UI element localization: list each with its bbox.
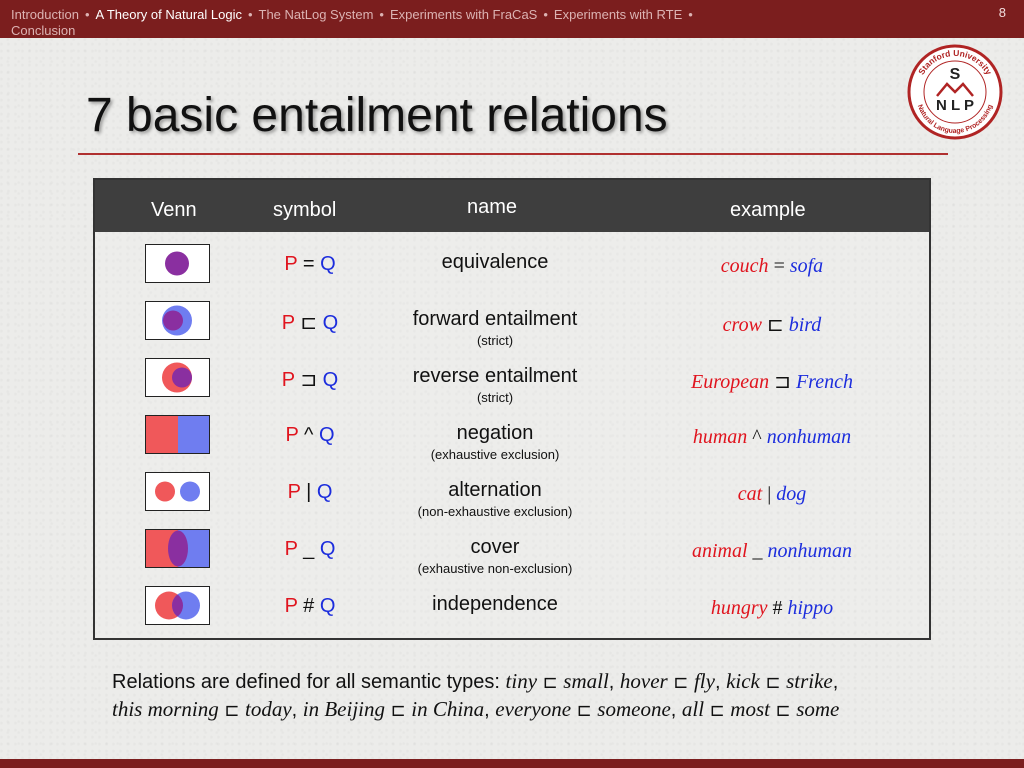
relation-example: cat | dog — [737, 483, 807, 505]
relation-symbol: P # Q — [284, 595, 336, 617]
relation-example: human ^ nonhuman — [692, 426, 852, 448]
footer-bar — [0, 759, 1024, 768]
page-number: 8 — [998, 5, 1006, 20]
relation-example: couch = sofa — [720, 255, 824, 277]
relation-example: European ⊐ French — [691, 371, 853, 393]
cover-venn-icon — [145, 529, 210, 568]
relation-name: forward entailment (strict) — [412, 308, 578, 348]
relation-symbol: P _ Q — [284, 538, 336, 560]
table-row: P | Q alternation (non-exhaustive exclusi… — [95, 461, 929, 519]
nav-item-rte[interactable]: Experiments with RTE — [554, 7, 682, 22]
header-example: example — [730, 199, 806, 221]
table-row: P _ Q cover (exhaustive non-exclusion) an… — [95, 518, 929, 576]
relation-example: crow ⊏ bird — [722, 314, 822, 336]
logo-letter-s: S — [950, 66, 961, 83]
equivalence-venn-icon — [145, 244, 210, 283]
table-header: Venn symbol name example — [95, 180, 929, 232]
header-name: name — [467, 196, 518, 218]
reverse-entailment-venn-icon — [145, 358, 210, 397]
nav-separator: • — [84, 7, 90, 22]
table-row: P # Q independence hungry # hippo — [95, 575, 929, 631]
nav-item-theory[interactable]: A Theory of Natural Logic — [96, 7, 242, 22]
relation-example: hungry # hippo — [710, 597, 834, 619]
relation-name: equivalence — [441, 251, 549, 273]
negation-venn-icon — [145, 415, 210, 454]
footnote-text: Relations are defined for all semantic t… — [112, 669, 840, 721]
nav-item-conclusion[interactable]: Conclusion — [11, 23, 75, 38]
table-row: P = Q equivalence couch = sofa — [95, 233, 929, 289]
relation-symbol: P ⊐ Q — [281, 369, 339, 391]
nav-separator: • — [688, 7, 693, 22]
table-row: P ⊏ Q forward entailment (strict) crow ⊏ … — [95, 290, 929, 348]
title-divider — [78, 153, 948, 155]
nav-separator: • — [247, 7, 253, 22]
header-symbol: symbol — [273, 199, 337, 221]
relation-name: alternation (non-exhaustive exclusion) — [417, 479, 573, 519]
relation-name: reverse entailment (strict) — [412, 365, 578, 405]
relation-symbol: P ⊏ Q — [281, 312, 339, 334]
stanford-nlp-logo: Stanford University Natural Language Pro… — [907, 44, 1003, 140]
relation-example: animal _ nonhuman — [691, 540, 852, 562]
nav-breadcrumb: Introduction • A Theory of Natural Logic • T… — [11, 7, 971, 39]
relation-symbol: P | Q — [287, 481, 333, 503]
forward-entailment-venn-icon — [145, 301, 210, 340]
slide-title: 7 basic entailment relations — [86, 89, 668, 142]
relation-name: cover (exhaustive non-exclusion) — [417, 536, 573, 576]
nav-separator: • — [379, 7, 384, 22]
logo-letters-nlp: N L P — [936, 97, 974, 114]
independence-venn-icon — [145, 586, 210, 625]
relation-name: independence — [432, 593, 558, 615]
relation-symbol: P ^ Q — [285, 424, 335, 446]
relation-name: negation (exhaustive exclusion) — [430, 422, 560, 462]
relations-table: Venn symbol name example P = Q equivalen… — [93, 178, 931, 640]
relation-symbol: P = Q — [284, 253, 336, 275]
table-row: P ⊐ Q reverse entailment (strict) Europea… — [95, 347, 929, 405]
alternation-venn-icon — [145, 472, 210, 511]
table-row: P ^ Q negation (exhaustive exclusion) hum… — [95, 404, 929, 462]
nav-item-fracas[interactable]: Experiments with FraCaS — [390, 7, 537, 22]
nav-item-natlog-system[interactable]: The NatLog System — [259, 7, 374, 22]
nav-item-introduction[interactable]: Introduction — [11, 7, 79, 22]
nav-separator: • — [543, 7, 548, 22]
navigation-bar: Introduction • A Theory of Natural Logic • T… — [0, 0, 1024, 38]
header-venn: Venn — [151, 199, 197, 221]
